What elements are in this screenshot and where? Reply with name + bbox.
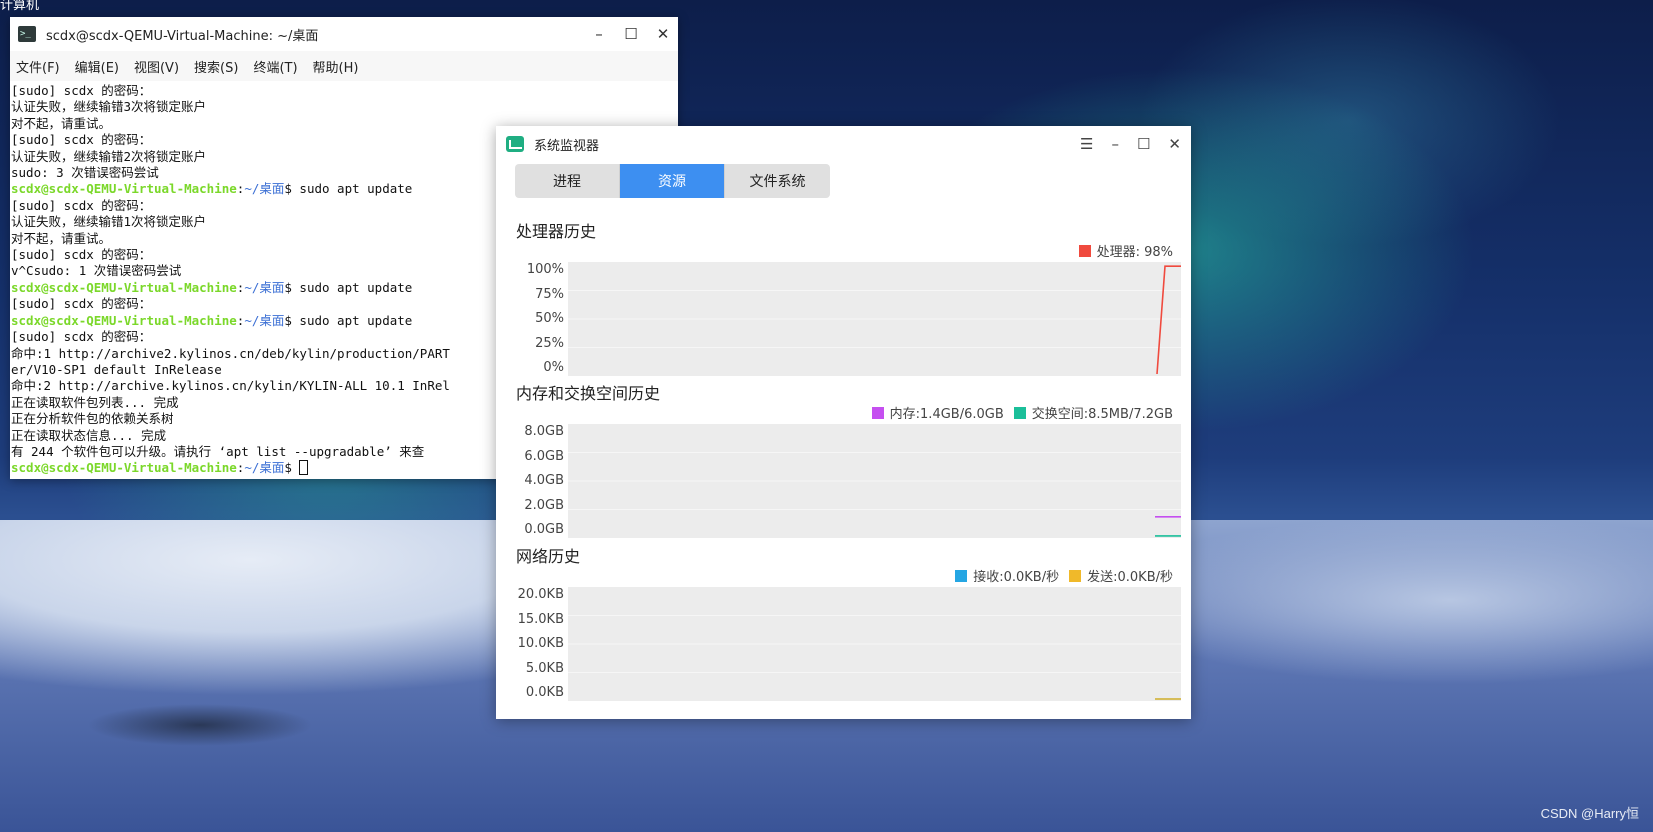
cpu-plot — [568, 262, 1181, 376]
minimize-icon[interactable]: – — [1111, 135, 1119, 153]
terminal-icon: >_ — [18, 26, 36, 42]
system-monitor-window[interactable]: 系统监视器 ☰ – ☐ ✕ 进程 资源 文件系统 处理器历史 处理器: 98% … — [496, 126, 1191, 719]
tab-processes[interactable]: 进程 — [515, 164, 620, 198]
tick-label: 75% — [535, 287, 564, 302]
prompt-user: scdx@scdx-QEMU-Virtual-Machine — [11, 279, 237, 295]
prompt-user: scdx@scdx-QEMU-Virtual-Machine — [11, 460, 237, 476]
tick-label: 5.0KB — [525, 661, 564, 676]
menu-terminal[interactable]: 终端(T) — [253, 57, 297, 76]
memory-legend-item: 内存:1.4GB/6.0GB — [871, 403, 1004, 422]
command-text: $ — [284, 460, 300, 476]
hamburger-menu-icon[interactable]: ☰ — [1080, 135, 1093, 153]
cpu-line-chart — [568, 265, 1181, 375]
receive-legend-label: 接收:0.0KB/秒 — [973, 570, 1060, 585]
prompt-path: ~/桌面 — [244, 460, 285, 476]
receive-swatch — [955, 570, 968, 582]
memory-y-axis: 8.0GB 6.0GB 4.0GB 2.0GB 0.0GB — [516, 420, 564, 537]
tick-label: 6.0GB — [524, 449, 564, 464]
system-monitor-icon — [506, 136, 524, 152]
receive-legend-item: 接收:0.0KB/秒 — [955, 566, 1059, 585]
memory-line-chart — [568, 452, 1181, 537]
tick-label: 25% — [535, 336, 564, 351]
text-cursor — [299, 460, 309, 476]
network-legend: 接收:0.0KB/秒 发送:0.0KB/秒 — [955, 566, 1173, 585]
command-text: $ sudo apt update — [284, 279, 413, 295]
tick-label: 10.0KB — [517, 636, 564, 651]
tab-resources[interactable]: 资源 — [620, 164, 725, 198]
network-history-title: 网络历史 — [516, 547, 581, 566]
menu-file[interactable]: 文件(F) — [16, 57, 60, 76]
command-text: $ sudo apt update — [284, 312, 413, 328]
prompt-user: scdx@scdx-QEMU-Virtual-Machine — [11, 312, 237, 328]
memory-history-title: 内存和交换空间历史 — [516, 384, 661, 403]
monitor-title: 系统监视器 — [534, 138, 600, 154]
menu-view[interactable]: 视图(V) — [134, 57, 179, 76]
menu-search[interactable]: 搜索(S) — [194, 57, 238, 76]
prompt-path: ~/桌面 — [244, 312, 285, 328]
cpu-history-section: 处理器历史 处理器: 98% 100% 75% 50% 25% 0% — [516, 218, 1181, 378]
tick-label: 4.0GB — [524, 473, 564, 488]
monitor-titlebar[interactable]: 系统监视器 ☰ – ☐ ✕ — [496, 126, 1191, 162]
series-line-处理器 — [1156, 265, 1181, 375]
tick-label: 8.0GB — [524, 424, 564, 439]
close-icon[interactable]: ✕ — [1168, 135, 1181, 153]
tab-filesystems[interactable]: 文件系统 — [725, 164, 830, 198]
prompt-user: scdx@scdx-QEMU-Virtual-Machine — [11, 181, 237, 197]
cpu-swatch — [1078, 245, 1091, 257]
cpu-y-axis: 100% 75% 50% 25% 0% — [516, 258, 564, 375]
network-history-section: 网络历史 接收:0.0KB/秒 发送:0.0KB/秒 20.0KB 15.0KB… — [516, 543, 1181, 703]
tick-label: 2.0GB — [524, 498, 564, 513]
network-line-chart — [568, 615, 1181, 700]
memory-swatch — [871, 407, 884, 419]
maximize-icon[interactable]: ☐ — [624, 25, 638, 43]
menu-edit[interactable]: 编辑(E) — [75, 57, 119, 76]
tick-label: 0% — [543, 360, 564, 375]
menu-help[interactable]: 帮助(H) — [313, 57, 359, 76]
rocks — [40, 690, 360, 760]
swap-swatch — [1013, 407, 1026, 419]
maximize-icon[interactable]: ☐ — [1137, 135, 1150, 153]
terminal-line: [sudo] scdx 的密码： — [11, 83, 152, 98]
send-legend-item: 发送:0.0KB/秒 — [1069, 566, 1173, 585]
network-plot — [568, 587, 1181, 701]
prompt-path: ~/桌面 — [244, 181, 285, 197]
close-icon[interactable]: ✕ — [656, 25, 670, 43]
memory-plot — [568, 424, 1181, 538]
cpu-history-title: 处理器历史 — [516, 222, 597, 241]
terminal-menubar: 文件(F) 编辑(E) 视图(V) 搜索(S) 终端(T) 帮助(H) — [10, 51, 678, 81]
terminal-titlebar[interactable]: >_ scdx@scdx-QEMU-Virtual-Machine: ~/桌面 … — [10, 17, 678, 51]
tick-label: 50% — [535, 311, 564, 326]
network-y-axis: 20.0KB 15.0KB 10.0KB 5.0KB 0.0KB — [516, 583, 564, 700]
command-text: $ sudo apt update — [284, 181, 413, 197]
minimize-icon[interactable]: – — [592, 25, 606, 43]
swap-legend-item: 交换空间:8.5MB/7.2GB — [1013, 403, 1173, 422]
terminal-title: scdx@scdx-QEMU-Virtual-Machine: ~/桌面 — [46, 28, 319, 44]
csdn-watermark: CSDN @Harry恒 — [1540, 806, 1639, 821]
memory-history-section: 内存和交换空间历史 内存:1.4GB/6.0GB 交换空间:8.5MB/7.2G… — [516, 380, 1181, 540]
tick-label: 0.0KB — [525, 685, 564, 700]
tick-label: 20.0KB — [517, 587, 564, 602]
cpu-legend: 处理器: 98% — [1078, 241, 1173, 260]
monitor-tabs: 进程 资源 文件系统 — [515, 164, 1191, 198]
tick-label: 15.0KB — [517, 612, 564, 627]
tick-label: 0.0GB — [524, 522, 564, 537]
cpu-legend-item: 处理器: 98% — [1078, 241, 1173, 260]
prompt-path: ~/桌面 — [244, 279, 285, 295]
swap-legend-label: 交换空间:8.5MB/7.2GB — [1031, 407, 1173, 422]
desktop-computer-label[interactable]: 计算机 — [0, 0, 39, 13]
tick-label: 100% — [526, 262, 564, 277]
send-swatch — [1069, 570, 1082, 582]
terminal-line: 认证失败，继续输错3次将锁定账户 — [11, 99, 207, 115]
cpu-legend-label: 处理器: 98% — [1096, 245, 1173, 260]
memory-legend-label: 内存:1.4GB/6.0GB — [889, 407, 1004, 422]
memory-legend: 内存:1.4GB/6.0GB 交换空间:8.5MB/7.2GB — [871, 403, 1173, 422]
send-legend-label: 发送:0.0KB/秒 — [1087, 570, 1173, 585]
